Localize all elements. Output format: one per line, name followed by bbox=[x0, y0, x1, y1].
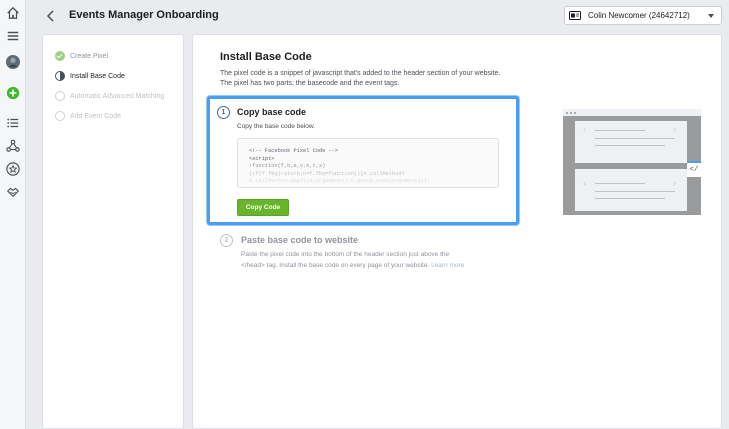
home-icon[interactable] bbox=[5, 5, 21, 21]
code-illustration: ‹ › ‹ › </ bbox=[563, 109, 701, 215]
empty-circle-icon bbox=[55, 91, 65, 101]
step-label: Automatic Advanced Matching bbox=[70, 92, 165, 100]
code-line: <script> bbox=[249, 155, 275, 162]
section-heading: Install Base Code bbox=[220, 51, 312, 63]
code-line: !function(f,b,e,v,n,t,s) bbox=[249, 163, 326, 169]
menu-icon[interactable] bbox=[5, 28, 21, 44]
step-label: Install Base Code bbox=[70, 72, 125, 80]
step-automatic-advanced-matching[interactable]: Automatic Advanced Matching bbox=[55, 91, 164, 101]
step-number-badge: 1 bbox=[217, 106, 230, 119]
left-icon-rail bbox=[0, 0, 26, 429]
browser-bar bbox=[563, 109, 701, 116]
illustration-pane: ‹ › bbox=[575, 121, 687, 163]
description-line: </head> tag. Install the base code on ev… bbox=[241, 261, 430, 269]
step-title: Paste base code to website bbox=[241, 235, 359, 245]
checkmark-icon bbox=[55, 51, 65, 61]
step-label: Create Pixel bbox=[70, 52, 109, 60]
intro-line: The pixel has two parts: the basecode an… bbox=[220, 80, 400, 87]
network-icon[interactable] bbox=[5, 138, 21, 154]
step-description: Paste the pixel code into the bottom of … bbox=[241, 250, 511, 271]
step-description: Copy the base code below. bbox=[237, 123, 316, 130]
step-number-badge: 2 bbox=[220, 234, 233, 247]
half-circle-icon bbox=[55, 71, 65, 81]
base-code-box[interactable]: <!-- Facebook Pixel Code --> <script> !f… bbox=[237, 138, 499, 188]
intro-text: The pixel code is a snippet of javascrip… bbox=[220, 69, 540, 89]
top-header: Events Manager Onboarding Colin Newcomer… bbox=[27, 0, 729, 32]
onboarding-steps-panel: Create Pixel Install Base Code Automatic… bbox=[42, 34, 184, 429]
copy-base-code-card: 1 Copy base code Copy the base code belo… bbox=[207, 96, 519, 225]
description-line: Paste the pixel code into the bottom of … bbox=[241, 251, 450, 258]
avatar[interactable] bbox=[5, 54, 21, 70]
step-label: Add Event Code bbox=[70, 112, 121, 120]
step-title: Copy base code bbox=[237, 107, 307, 117]
step-install-base-code[interactable]: Install Base Code bbox=[55, 71, 125, 81]
page-title: Events Manager Onboarding bbox=[69, 9, 219, 21]
intro-line: The pixel code is a snippet of javascrip… bbox=[220, 70, 501, 77]
code-line: {if(f.fbq)return;n=f.fbq=function(){n.ca… bbox=[249, 170, 405, 177]
empty-circle-icon bbox=[55, 111, 65, 121]
star-icon[interactable] bbox=[5, 161, 21, 177]
code-tag-icon: </ bbox=[687, 161, 701, 177]
code-line: n.callMethod.apply(n,arguments):n.queue.… bbox=[249, 178, 431, 184]
back-arrow-icon[interactable] bbox=[44, 8, 58, 24]
add-icon[interactable] bbox=[5, 85, 21, 101]
code-line: <!-- Facebook Pixel Code --> bbox=[249, 148, 339, 154]
account-selector[interactable]: Colin Newcomer (24642712) bbox=[564, 6, 722, 25]
chevron-down-icon bbox=[708, 14, 714, 18]
copy-code-button[interactable]: Copy Code bbox=[237, 199, 289, 216]
step-create-pixel[interactable]: Create Pixel bbox=[55, 51, 108, 61]
list-icon[interactable] bbox=[5, 115, 21, 131]
partners-icon[interactable] bbox=[5, 184, 21, 200]
step-add-event-code[interactable]: Add Event Code bbox=[55, 111, 121, 121]
main-content-panel: Install Base Code The pixel code is a sn… bbox=[192, 34, 722, 429]
ad-account-icon bbox=[569, 10, 581, 20]
learn-more-link[interactable]: Learn more bbox=[431, 262, 464, 269]
account-name: Colin Newcomer (24642712) bbox=[588, 11, 690, 20]
illustration-pane: ‹ › bbox=[575, 169, 687, 211]
